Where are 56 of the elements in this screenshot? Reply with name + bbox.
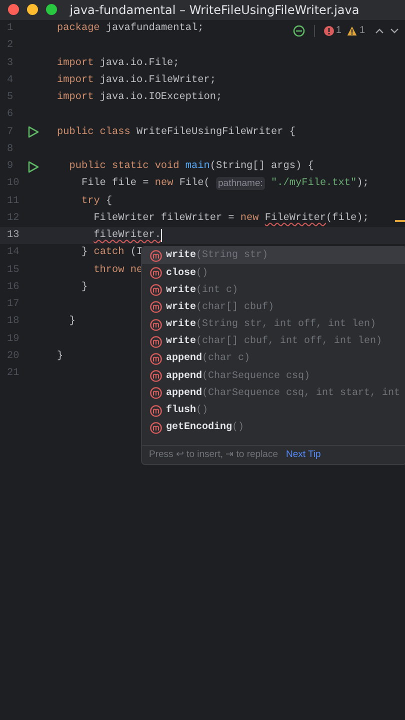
scroll-marker: [395, 220, 405, 222]
code-text: }: [57, 350, 64, 364]
code-text: "./myFile.txt");: [270, 176, 369, 192]
completion-item[interactable]: write(String str): [142, 247, 405, 264]
code-text: try {: [80, 194, 112, 208]
error-count: 1: [336, 24, 342, 38]
code-text: import java.io.File;: [57, 56, 180, 70]
code-text: import java.io.IOException;: [57, 90, 222, 105]
zoom-button[interactable]: [46, 4, 57, 15]
code-text: } catch (I: [80, 246, 143, 260]
window-title: java-fundamental – WriteFileUsingFileWriter.java: [70, 3, 360, 17]
run-icon[interactable]: [28, 160, 39, 173]
minimize-button[interactable]: [27, 4, 38, 15]
method-icon: [150, 267, 162, 280]
completion-item[interactable]: append(char c): [142, 350, 405, 368]
method-icon: [150, 284, 162, 296]
close-button[interactable]: [8, 4, 19, 15]
code-text: fileWriter.: [92, 228, 161, 243]
method-icon: [150, 301, 162, 314]
code-text: public static void main(String[] args) {: [68, 160, 314, 174]
method-icon: [150, 318, 162, 331]
completion-item[interactable]: append(CharSequence csq): [142, 368, 405, 385]
warning-icon: [347, 26, 358, 36]
method-icon: [150, 352, 162, 365]
chevron-down-icon[interactable]: [390, 26, 399, 34]
completion-item[interactable]: close(): [142, 264, 405, 282]
chevron-up-icon[interactable]: [375, 26, 384, 34]
warning-count: 1: [359, 24, 365, 38]
text-cursor: [160, 229, 162, 242]
completion-item[interactable]: write(char[] cbuf): [142, 298, 405, 316]
completion-item[interactable]: append(CharSequence csq, int start, int: [142, 384, 405, 402]
code-text: File file = new File(: [80, 176, 211, 192]
next-tip-link[interactable]: Next Tip: [286, 448, 321, 462]
code-text: }: [68, 314, 76, 330]
method-icon: [150, 387, 162, 400]
code-text: FileWriter fileWriter = new FileWriter(file);: [92, 212, 369, 226]
hint-text: Press ↩ to insert, ⇥ to replace: [149, 448, 278, 462]
line-number: 13: [6, 229, 20, 243]
error-icon: [324, 26, 334, 36]
method-icon: [150, 404, 162, 417]
code-text: package javafundamental;: [57, 22, 204, 36]
code-text: import java.io.FileWriter;: [57, 74, 216, 88]
completion-item[interactable]: write(String str, int off, int len): [142, 316, 405, 334]
method-icon: [150, 250, 162, 262]
status-icon: [292, 24, 305, 36]
code-text: public class WriteFileUsingFileWriter {: [57, 126, 296, 140]
method-icon: [150, 336, 162, 348]
method-icon: [150, 422, 162, 434]
completion-item[interactable]: getEncoding(): [142, 419, 405, 436]
completion-item[interactable]: write(int c): [142, 282, 405, 299]
completion-item[interactable]: write(char[] cbuf, int off, int len): [142, 333, 405, 350]
completion-item[interactable]: flush(): [142, 402, 405, 420]
run-icon[interactable]: [28, 126, 39, 138]
parameter-hint: pathname:: [216, 177, 265, 190]
code-text: }: [80, 280, 88, 295]
method-icon: [150, 370, 162, 382]
